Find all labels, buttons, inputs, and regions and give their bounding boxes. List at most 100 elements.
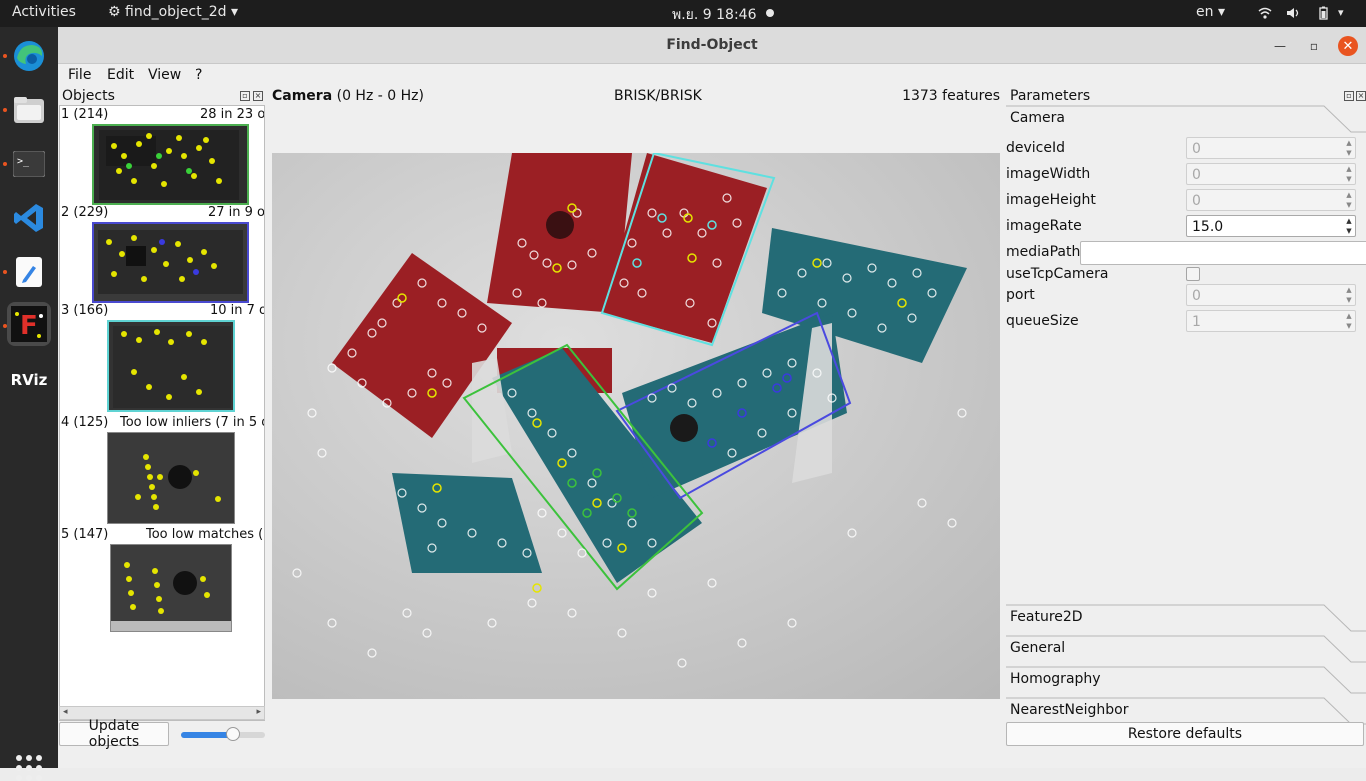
section-label: Feature2D (1010, 609, 1083, 625)
slider-handle[interactable] (226, 727, 241, 741)
object-status: Too low inliers (7 in 5 ou (120, 415, 265, 430)
object-thumbnail[interactable] (92, 124, 249, 205)
window-title: Find-Object (666, 37, 758, 53)
section-camera[interactable]: Camera (1006, 105, 1366, 133)
object-label: 2 (229) (61, 205, 109, 220)
thumbnail-size-slider[interactable] (181, 727, 265, 741)
network-icon[interactable] (1258, 6, 1272, 20)
notification-dot (766, 9, 774, 17)
float-panel-icon[interactable]: ▫ (1344, 91, 1354, 101)
clock[interactable]: พ.ย. 9 18:46 (672, 4, 757, 26)
files-icon[interactable] (7, 88, 51, 132)
port-spinbox[interactable]: 0 ▲ ▼ (1186, 284, 1356, 306)
object-thumbnail[interactable] (110, 544, 232, 632)
imageWidth-spinbox[interactable]: 0 ▲ ▼ (1186, 163, 1356, 185)
camera-view[interactable] (272, 153, 1000, 699)
section-label: Homography (1010, 671, 1101, 687)
param-port: port 0 ▲ ▼ (1006, 284, 1366, 308)
spin-arrows-icon[interactable]: ▲ ▼ (1343, 285, 1355, 305)
object-label: 3 (166) (61, 303, 109, 318)
restore-defaults-button[interactable]: Restore defaults (1006, 722, 1364, 746)
mediaPath-input[interactable] (1080, 241, 1366, 265)
svg-text:>_: >_ (17, 156, 30, 167)
spin-arrows-icon[interactable]: ▲ ▼ (1343, 138, 1355, 158)
text-editor-icon[interactable] (7, 250, 51, 294)
section-feature2d[interactable]: Feature2D (1006, 604, 1366, 632)
param-label: deviceId (1006, 140, 1066, 156)
menu-help[interactable]: ? (195, 67, 202, 83)
top-bar: Activities ⚙ find_object_2d ▾ พ.ย. 9 18:… (0, 0, 1366, 27)
object-thumbnail[interactable] (107, 320, 235, 412)
section-homography[interactable]: Homography (1006, 666, 1366, 694)
scroll-left-icon[interactable]: ◂ (63, 707, 68, 717)
param-label: port (1006, 287, 1035, 303)
object-label: 1 (214) (61, 107, 109, 122)
menu-file[interactable]: File (68, 67, 91, 83)
minimize-button[interactable]: — (1270, 36, 1290, 56)
find-object-window: Find-Object — ▫ ✕ File Edit View ? Objec… (58, 27, 1366, 768)
object-thumbnail[interactable] (92, 222, 249, 303)
parameters-title: Parameters (1010, 88, 1091, 104)
app-menu-icon: ⚙ (108, 4, 126, 20)
find-object-icon[interactable]: F (7, 302, 51, 346)
section-general[interactable]: General (1006, 635, 1366, 663)
object-status: 27 in 9 o (208, 205, 265, 220)
battery-icon[interactable] (1316, 6, 1330, 20)
language-indicator[interactable]: en ▾ (1196, 4, 1225, 20)
section-nearestneighbor[interactable]: NearestNeighbor (1006, 697, 1366, 725)
object-thumbnail[interactable] (107, 432, 235, 524)
param-label: useTcpCamera (1006, 266, 1109, 282)
objects-panel: Objects ▫ × 1 (214) 28 in 23 o 2 (229) 2… (58, 88, 266, 768)
float-panel-icon[interactable]: ▫ (240, 91, 250, 101)
camera-rate: (0 Hz - 0 Hz) (336, 88, 424, 104)
object-status: 10 in 7 o (210, 303, 265, 318)
language-label: en (1196, 4, 1214, 20)
menu-view[interactable]: View (148, 67, 181, 83)
object-status: Too low matches ( (146, 527, 264, 542)
app-menu[interactable]: ⚙ find_object_2d ▾ (108, 4, 238, 20)
imageHeight-spinbox[interactable]: 0 ▲ ▼ (1186, 189, 1356, 211)
objects-list[interactable]: 1 (214) 28 in 23 o 2 (229) 27 in 9 o 3 (… (59, 105, 265, 721)
features-count: 1373 features (902, 88, 1000, 104)
imageRate-spinbox[interactable]: 15.0 ▲ ▼ (1186, 215, 1356, 237)
maximize-button[interactable]: ▫ (1304, 36, 1324, 56)
edge-icon[interactable] (7, 34, 51, 78)
menu-edit[interactable]: Edit (107, 67, 134, 83)
close-panel-icon[interactable]: × (253, 91, 263, 101)
title-bar[interactable]: Find-Object — ▫ ✕ (58, 27, 1366, 64)
component (670, 414, 698, 442)
object-label: 4 (125) (61, 415, 109, 430)
activities-button[interactable]: Activities (12, 4, 76, 20)
spin-arrows-icon[interactable]: ▲ ▼ (1343, 311, 1355, 331)
spin-arrows-icon[interactable]: ▲ ▼ (1343, 216, 1355, 236)
menu-bar: File Edit View ? (58, 64, 1366, 88)
spinbox-value: 0 (1192, 288, 1201, 304)
show-applications-icon[interactable] (16, 755, 42, 781)
component (546, 211, 574, 239)
parameters-panel: Parameters ▫ × Camera deviceId 0 ▲ ▼ image… (1004, 88, 1366, 768)
rviz-icon[interactable]: RViz (7, 358, 51, 402)
volume-icon[interactable] (1286, 6, 1300, 20)
queueSize-spinbox[interactable]: 1 ▲ ▼ (1186, 310, 1356, 332)
param-label: imageWidth (1006, 166, 1091, 182)
scroll-right-icon[interactable]: ▸ (256, 707, 261, 717)
section-label: General (1010, 640, 1066, 656)
chevron-down-icon: ▾ (230, 4, 239, 20)
close-panel-icon[interactable]: × (1356, 91, 1366, 101)
spin-arrows-icon[interactable]: ▲ ▼ (1343, 190, 1355, 210)
app-menu-label: find_object_2d (125, 4, 227, 20)
close-button[interactable]: ✕ (1338, 36, 1358, 56)
spin-arrows-icon[interactable]: ▲ ▼ (1343, 164, 1355, 184)
section-label: Camera (1010, 110, 1065, 126)
useTcpCamera-checkbox[interactable] (1186, 267, 1200, 281)
spinbox-value: 0 (1192, 193, 1201, 209)
system-menu-chevron-icon[interactable]: ▾ (1338, 6, 1344, 19)
param-label: mediaPath (1006, 244, 1081, 260)
dock: >_ F RViz (0, 27, 58, 781)
update-objects-button[interactable]: Update objects (59, 718, 169, 750)
vscode-icon[interactable] (7, 196, 51, 240)
deviceId-spinbox[interactable]: 0 ▲ ▼ (1186, 137, 1356, 159)
camera-scene (272, 153, 1000, 699)
terminal-icon[interactable]: >_ (7, 142, 51, 186)
param-imageRate: imageRate 15.0 ▲ ▼ (1006, 215, 1366, 239)
